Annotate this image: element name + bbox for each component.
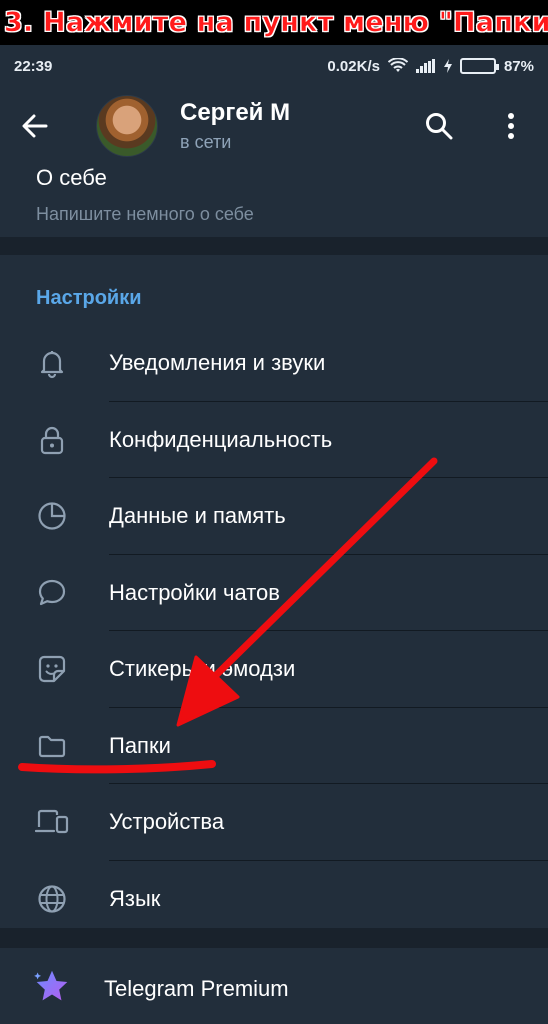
instruction-text: 3. Нажмите на пункт меню "Папки" xyxy=(4,7,548,39)
settings-title: Настройки xyxy=(36,287,142,309)
telegram-settings-screen: 22:39 0.02K/s 87% Сергей М в сети О себе… xyxy=(0,45,548,1024)
more-menu-button[interactable] xyxy=(486,101,536,151)
folder-icon xyxy=(34,728,70,764)
settings-item-stickers[interactable]: Стикеры и эмодзи xyxy=(0,631,548,708)
network-speed: 0.02K/s xyxy=(327,57,380,75)
settings-section: Настройки Уведомления и звуки Конфиденци… xyxy=(0,255,548,937)
sticker-icon xyxy=(34,651,70,687)
status-bar: 22:39 0.02K/s 87% xyxy=(0,45,548,87)
settings-item-privacy[interactable]: Конфиденциальность xyxy=(0,402,548,478)
status-icons: 0.02K/s 87% xyxy=(327,58,534,75)
battery-icon xyxy=(459,58,499,74)
settings-item-label: Папки xyxy=(109,732,171,758)
search-button[interactable] xyxy=(414,101,464,151)
bio-field[interactable]: О себе Напишите немного о себе xyxy=(0,165,548,237)
profile-status: в сети xyxy=(180,132,232,152)
lock-icon xyxy=(34,422,70,458)
back-button[interactable] xyxy=(22,106,82,146)
star-icon xyxy=(34,968,70,1004)
chat-bubble-icon xyxy=(34,575,70,611)
settings-item-label: Настройки чатов xyxy=(109,579,280,605)
pie-chart-icon xyxy=(34,498,70,534)
settings-item-label: Устройства xyxy=(109,809,225,835)
globe-icon xyxy=(34,881,70,917)
clock: 22:39 xyxy=(14,57,53,75)
signal-icon xyxy=(415,59,435,73)
premium-label: Telegram Premium xyxy=(104,976,289,1001)
settings-item-folders[interactable]: Папки xyxy=(0,708,548,784)
settings-item-label: Стикеры и эмодзи xyxy=(109,656,296,682)
bio-hint: Напишите немного о себе xyxy=(36,204,254,224)
bell-icon xyxy=(34,345,70,381)
bio-title: О себе xyxy=(36,165,107,190)
section-gap xyxy=(0,928,548,948)
settings-item-language[interactable]: Язык xyxy=(0,861,548,938)
settings-item-label: Данные и память xyxy=(109,503,286,529)
battery-percent: 87% xyxy=(503,57,534,75)
wifi-icon xyxy=(387,58,408,72)
avatar[interactable] xyxy=(96,95,158,157)
instruction-banner: 3. Нажмите на пункт меню "Папки" xyxy=(0,0,548,45)
settings-item-chat-settings[interactable]: Настройки чатов xyxy=(0,555,548,631)
settings-item-notifications[interactable]: Уведомления и звуки xyxy=(0,325,548,402)
profile-info: Сергей М в сети xyxy=(180,99,414,153)
charging-icon xyxy=(443,59,452,73)
profile-name: Сергей М xyxy=(180,99,291,126)
section-gap xyxy=(0,237,548,255)
search-icon xyxy=(426,113,453,140)
app-bar: Сергей М в сети xyxy=(0,87,548,165)
back-arrow-icon xyxy=(22,114,48,138)
settings-item-label: Уведомления и звуки xyxy=(109,350,326,376)
settings-item-label: Конфиденциальность xyxy=(109,426,333,452)
settings-item-devices[interactable]: Устройства xyxy=(0,784,548,861)
telegram-premium-item[interactable]: Telegram Premium xyxy=(0,948,548,1024)
settings-item-data-storage[interactable]: Данные и память xyxy=(0,478,548,555)
settings-item-label: Язык xyxy=(109,885,161,911)
devices-icon xyxy=(34,804,70,840)
more-vertical-icon xyxy=(508,113,514,139)
